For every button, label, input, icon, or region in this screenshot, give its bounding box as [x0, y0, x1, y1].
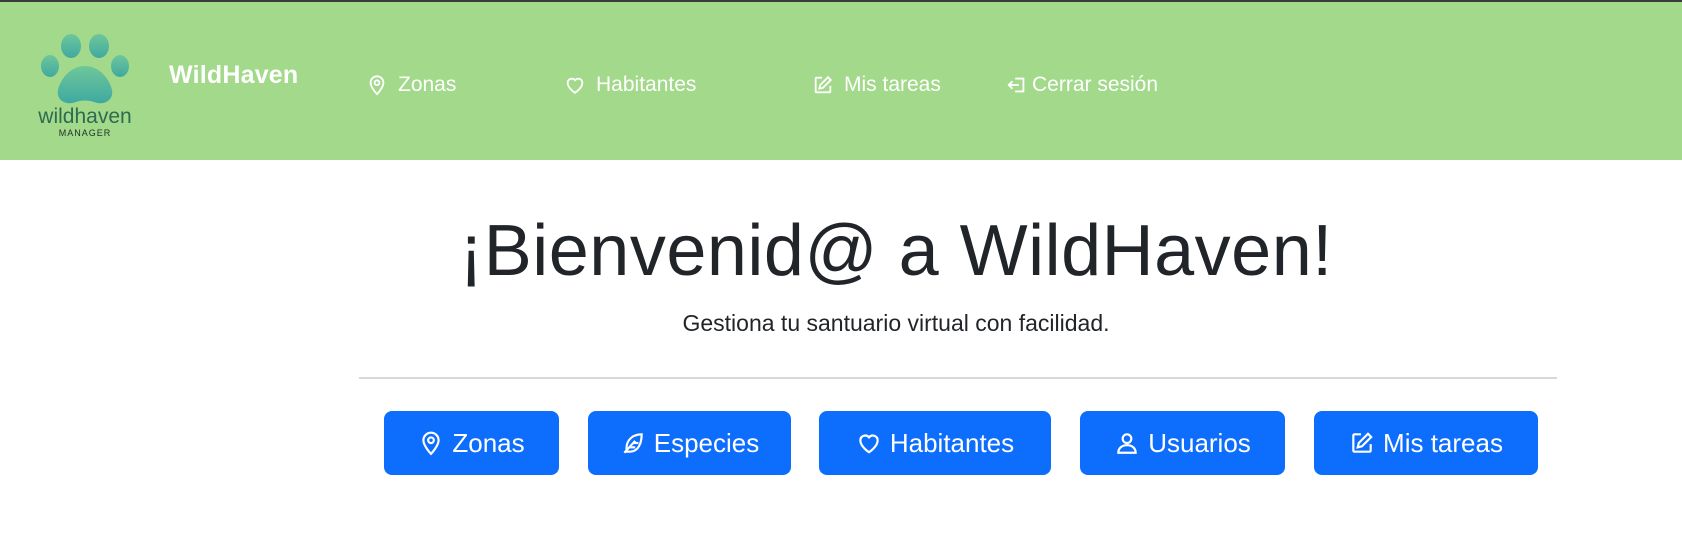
edit-icon [814, 75, 833, 94]
heart-icon [566, 77, 584, 94]
nav-habitantes-label: Habitantes [596, 73, 697, 96]
usuarios-button[interactable]: Usuarios [1080, 411, 1285, 475]
logout-icon [1007, 77, 1025, 93]
nav-habitantes[interactable]: Habitantes [564, 69, 696, 101]
feather-icon [623, 433, 643, 454]
hero-title: ¡Bienvenid@ a WildHaven! [459, 211, 1333, 291]
usuarios-button-label: Usuarios [1148, 427, 1251, 458]
brand-title[interactable]: WildHaven [169, 61, 298, 90]
especies-button-label: Especies [653, 427, 760, 458]
nav-zonas[interactable]: Zonas [366, 69, 456, 101]
app-logo[interactable]: wildhaven MANAGER [30, 30, 142, 140]
nav-zonas-label: Zonas [398, 73, 457, 96]
map-pin-icon [422, 431, 441, 456]
mis-tareas-button-label: Mis tareas [1383, 427, 1503, 458]
divider [359, 377, 1557, 379]
hero-subtitle: Gestiona tu santuario virtual con facili… [682, 310, 1110, 336]
logo-wordmark: wildhaven [37, 105, 131, 128]
habitantes-button[interactable]: Habitantes [819, 411, 1051, 475]
mis-tareas-button[interactable]: Mis tareas [1314, 411, 1538, 475]
logo-tagline: MANAGER [59, 128, 112, 138]
nav-mis-tareas[interactable]: Mis tareas [812, 69, 941, 101]
zonas-button[interactable]: Zonas [384, 411, 559, 475]
habitantes-button-label: Habitantes [889, 427, 1015, 458]
navbar: wildhaven MANAGER WildHaven Zonas Habita… [0, 2, 1682, 160]
edit-icon [1352, 432, 1373, 453]
nav-mis-tareas-label: Mis tareas [844, 73, 941, 96]
user-icon [1117, 433, 1137, 454]
heart-icon [859, 434, 879, 454]
zonas-button-label: Zonas [452, 427, 525, 458]
paw-icon: wildhaven MANAGER [37, 34, 132, 138]
especies-button[interactable]: Especies [588, 411, 791, 475]
map-pin-icon [369, 75, 385, 96]
nav-cerrar-sesion[interactable]: Cerrar sesión [1006, 69, 1158, 101]
nav-cerrar-sesion-label: Cerrar sesión [1032, 73, 1159, 96]
